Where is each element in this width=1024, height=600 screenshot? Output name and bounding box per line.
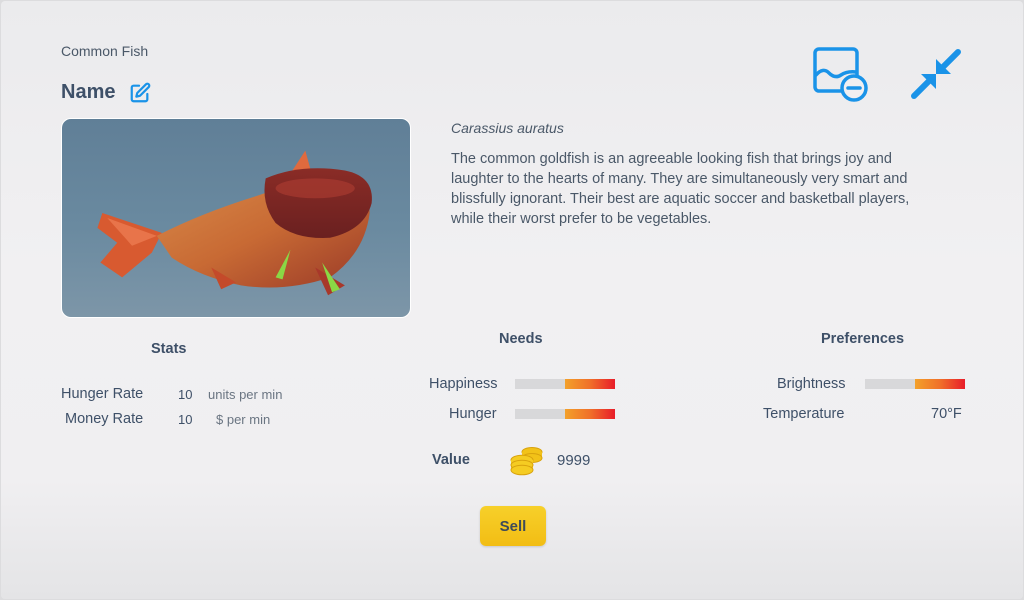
edit-icon[interactable] (129, 82, 151, 104)
collapse-arrows-icon[interactable] (907, 45, 965, 103)
need-bar-fill (565, 409, 615, 419)
pref-bar-fill (915, 379, 965, 389)
stat-label-money-rate: Money Rate (65, 411, 144, 427)
need-label-happiness: Happiness (429, 376, 498, 392)
pref-bar-brightness (865, 379, 965, 389)
coins-icon (510, 447, 543, 476)
stat-unit-money-rate: $ per min (216, 412, 271, 427)
pref-value-temperature: 70°F (931, 406, 962, 422)
value-label: Value (432, 452, 470, 468)
name-row: Name (61, 81, 151, 104)
stat-value-money-rate: 10 (178, 412, 193, 427)
stat-label-hunger-rate: Hunger Rate (61, 386, 144, 402)
fish-detail-panel: Common Fish Name Carassius auratus The c… (1, 1, 1023, 599)
fish-description: The common goldfish is an agreeable look… (451, 151, 910, 227)
stats-title: Stats (151, 341, 187, 357)
preferences-title: Preferences (821, 331, 905, 347)
top-toolbar (811, 45, 965, 103)
need-bar-happiness (515, 379, 615, 389)
stat-value-hunger-rate: 10 (178, 387, 193, 402)
image-minus-icon[interactable] (811, 45, 869, 103)
sell-button[interactable]: Sell (480, 506, 546, 546)
need-bar-fill (565, 379, 615, 389)
need-label-hunger: Hunger (449, 406, 497, 422)
stat-unit-hunger-rate: units per min (208, 387, 283, 402)
pref-label-temperature: Temperature (763, 406, 845, 422)
value-amount: 9999 (557, 452, 591, 469)
goldfish-illustration (97, 150, 372, 296)
fish-category: Common Fish (61, 43, 149, 59)
pref-label-brightness: Brightness (777, 376, 846, 392)
needs-title: Needs (499, 331, 543, 347)
fish-name: Name (61, 81, 116, 103)
fish-image (61, 118, 411, 318)
need-bar-hunger (515, 409, 615, 419)
scientific-name: Carassius auratus (451, 120, 564, 136)
